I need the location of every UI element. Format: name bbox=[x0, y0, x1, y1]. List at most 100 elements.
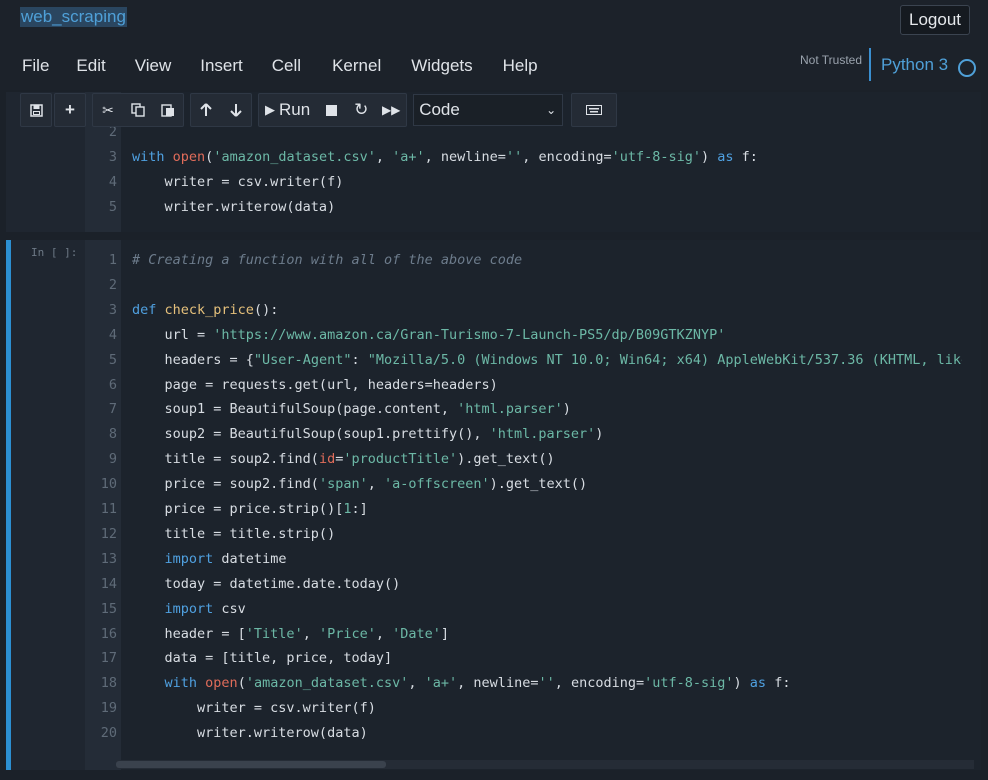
menu-view[interactable]: View bbox=[135, 52, 172, 82]
code-text[interactable]: def check_price(): bbox=[132, 298, 962, 323]
code-line[interactable]: 11 price = price.strip()[1:] bbox=[11, 497, 976, 522]
cell-type-select[interactable]: Code ⌄ bbox=[413, 94, 564, 126]
code-line[interactable]: 18 with open('amazon_dataset.csv', 'a+',… bbox=[11, 671, 976, 696]
code-text[interactable]: writer = csv.writer(f) bbox=[132, 696, 962, 721]
menu-widgets[interactable]: Widgets bbox=[411, 52, 472, 82]
line-number: 15 bbox=[100, 600, 117, 617]
logout-button[interactable]: Logout bbox=[900, 5, 970, 35]
code-line[interactable]: 4 writer = csv.writer(f) bbox=[11, 170, 976, 195]
line-number: 12 bbox=[100, 525, 117, 542]
line-number: 4 bbox=[108, 326, 117, 343]
line-number: 11 bbox=[100, 501, 117, 517]
code-text[interactable]: data = [title, price, today] bbox=[132, 646, 962, 671]
line-number: 14 bbox=[100, 575, 117, 592]
cut-scissors-icon[interactable]: ✂ bbox=[93, 94, 123, 126]
toolbar-group-move bbox=[190, 93, 252, 127]
command-palette-button[interactable] bbox=[571, 93, 618, 127]
paste-icon[interactable] bbox=[153, 94, 183, 126]
code-line[interactable]: 9 title = soup2.find(id='productTitle').… bbox=[11, 447, 976, 472]
line-number: 3 bbox=[108, 148, 117, 165]
line-number: 17 bbox=[100, 650, 117, 667]
code-text[interactable]: writer = csv.writer(f) bbox=[132, 170, 962, 195]
code-line[interactable]: 20 writer.writerow(data) bbox=[11, 721, 976, 746]
keyboard-icon bbox=[572, 94, 616, 126]
code-text[interactable]: with open('amazon_dataset.csv', 'a+', ne… bbox=[132, 145, 962, 170]
code-text[interactable]: today = datetime.date.today() bbox=[132, 572, 962, 597]
run-button[interactable]: ▶ Run bbox=[259, 94, 316, 126]
toolbar-group-save bbox=[20, 93, 52, 127]
code-text[interactable]: import csv bbox=[132, 597, 962, 622]
code-text[interactable]: writer.writerow(data) bbox=[132, 195, 962, 220]
code-line[interactable]: 8 soup2 = BeautifulSoup(soup1.prettify()… bbox=[11, 422, 976, 447]
code-text[interactable]: title = title.strip() bbox=[132, 522, 962, 547]
fast-forward-icon[interactable]: ▶▶ bbox=[376, 94, 406, 126]
code-text[interactable]: soup1 = BeautifulSoup(page.content, 'htm… bbox=[132, 397, 962, 422]
copy-icon[interactable] bbox=[123, 94, 153, 126]
code-text[interactable]: url = 'https://www.amazon.ca/Gran-Turism… bbox=[132, 323, 962, 348]
code-line[interactable]: 6 page = requests.get(url, headers=heade… bbox=[11, 373, 976, 398]
line-number: 16 bbox=[100, 625, 117, 642]
code-line[interactable]: 3 with open('amazon_dataset.csv', 'a+', n… bbox=[11, 145, 976, 170]
code-text[interactable]: header = ['Title', 'Price', 'Date'] bbox=[132, 622, 962, 647]
line-number: 3 bbox=[108, 301, 117, 318]
line-number: 10 bbox=[100, 476, 117, 493]
menu-kernel[interactable]: Kernel bbox=[332, 52, 381, 82]
code-text[interactable]: price = soup2.find('span', 'a-offscreen'… bbox=[132, 472, 962, 497]
insert-cell-plus-icon[interactable]: + bbox=[55, 94, 85, 126]
code-line[interactable]: 17 data = [title, price, today] bbox=[11, 646, 976, 671]
chevron-down-icon: ⌄ bbox=[546, 103, 557, 117]
code-text[interactable]: title = soup2.find(id='productTitle').ge… bbox=[132, 447, 962, 472]
code-line[interactable]: 4 url = 'https://www.amazon.ca/Gran-Turi… bbox=[11, 323, 976, 348]
code-text[interactable]: headers = {"User-Agent": "Mozilla/5.0 (W… bbox=[132, 348, 963, 373]
kernel-idle-indicator-icon bbox=[958, 59, 976, 77]
play-icon: ▶ bbox=[265, 102, 275, 117]
code-line[interactable]: 15 import csv bbox=[11, 597, 976, 622]
code-text[interactable]: page = requests.get(url, headers=headers… bbox=[132, 373, 962, 398]
move-down-arrow-icon[interactable] bbox=[221, 94, 251, 126]
code-text[interactable]: # Creating a function with all of the ab… bbox=[132, 248, 962, 273]
kernel-name[interactable]: Python 3 bbox=[881, 55, 948, 75]
line-number: 8 bbox=[108, 426, 117, 443]
kernel-separator bbox=[869, 48, 871, 81]
toolbar-group-run: ▶ Run ↻ ▶▶ bbox=[258, 93, 408, 127]
horizontal-scrollbar-thumb[interactable] bbox=[116, 761, 386, 768]
toolbar-group-edit: ✂ bbox=[92, 93, 184, 127]
line-number: 18 bbox=[100, 675, 117, 692]
trust-status-button[interactable]: Not Trusted bbox=[800, 53, 862, 67]
menu-edit[interactable]: Edit bbox=[76, 52, 105, 82]
code-text[interactable]: soup2 = BeautifulSoup(soup1.prettify(), … bbox=[132, 422, 962, 447]
code-text[interactable]: import datetime bbox=[132, 547, 962, 572]
code-line[interactable]: 1 # Creating a function with all of the a… bbox=[11, 248, 976, 273]
code-line[interactable]: 16 header = ['Title', 'Price', 'Date'] bbox=[11, 622, 976, 647]
menu-help[interactable]: Help bbox=[503, 52, 538, 82]
code-line[interactable]: 5 headers = {"User-Agent": "Mozilla/5.0 … bbox=[11, 348, 976, 373]
code-line[interactable]: 14 today = datetime.date.today() bbox=[11, 572, 976, 597]
stop-square-icon[interactable] bbox=[316, 94, 346, 126]
move-up-arrow-icon[interactable] bbox=[191, 94, 221, 126]
code-line[interactable]: 5 writer.writerow(data) bbox=[11, 195, 976, 220]
line-number: 5 bbox=[108, 198, 117, 215]
code-line[interactable]: 3 def check_price(): bbox=[11, 298, 976, 323]
code-line[interactable]: 12 title = title.strip() bbox=[11, 522, 976, 547]
code-line[interactable]: 19 writer = csv.writer(f) bbox=[11, 696, 976, 721]
save-icon[interactable] bbox=[21, 94, 51, 126]
cell-type-value: Code bbox=[419, 100, 460, 119]
code-line[interactable]: 7 soup1 = BeautifulSoup(page.content, 'h… bbox=[11, 397, 976, 422]
notebook-name[interactable]: web_scraping bbox=[20, 7, 127, 27]
code-line[interactable]: 13 import datetime bbox=[11, 547, 976, 572]
menu-insert[interactable]: Insert bbox=[200, 52, 243, 82]
line-number: 4 bbox=[108, 173, 117, 190]
line-number: 5 bbox=[108, 351, 117, 368]
code-line[interactable]: 2 bbox=[11, 273, 976, 298]
menu-cell[interactable]: Cell bbox=[272, 52, 301, 82]
line-number: 6 bbox=[108, 376, 117, 393]
code-cell-selected[interactable]: In [ ]: 1 # Creating a function with all … bbox=[6, 240, 981, 770]
menu-bar: File Edit View Insert Cell Kernel Widget… bbox=[0, 52, 538, 82]
restart-kernel-icon[interactable]: ↻ bbox=[346, 94, 376, 126]
code-text[interactable]: price = price.strip()[1:] bbox=[132, 497, 962, 522]
menu-file[interactable]: File bbox=[22, 52, 49, 82]
code-line[interactable]: 10 price = soup2.find('span', 'a-offscre… bbox=[11, 472, 976, 497]
code-text[interactable]: writer.writerow(data) bbox=[132, 721, 962, 746]
code-text[interactable]: with open('amazon_dataset.csv', 'a+', ne… bbox=[132, 671, 962, 696]
notebook-toolbar: + ✂ ▶ Run ↻ ▶▶ Code ⌄ bbox=[20, 93, 623, 127]
